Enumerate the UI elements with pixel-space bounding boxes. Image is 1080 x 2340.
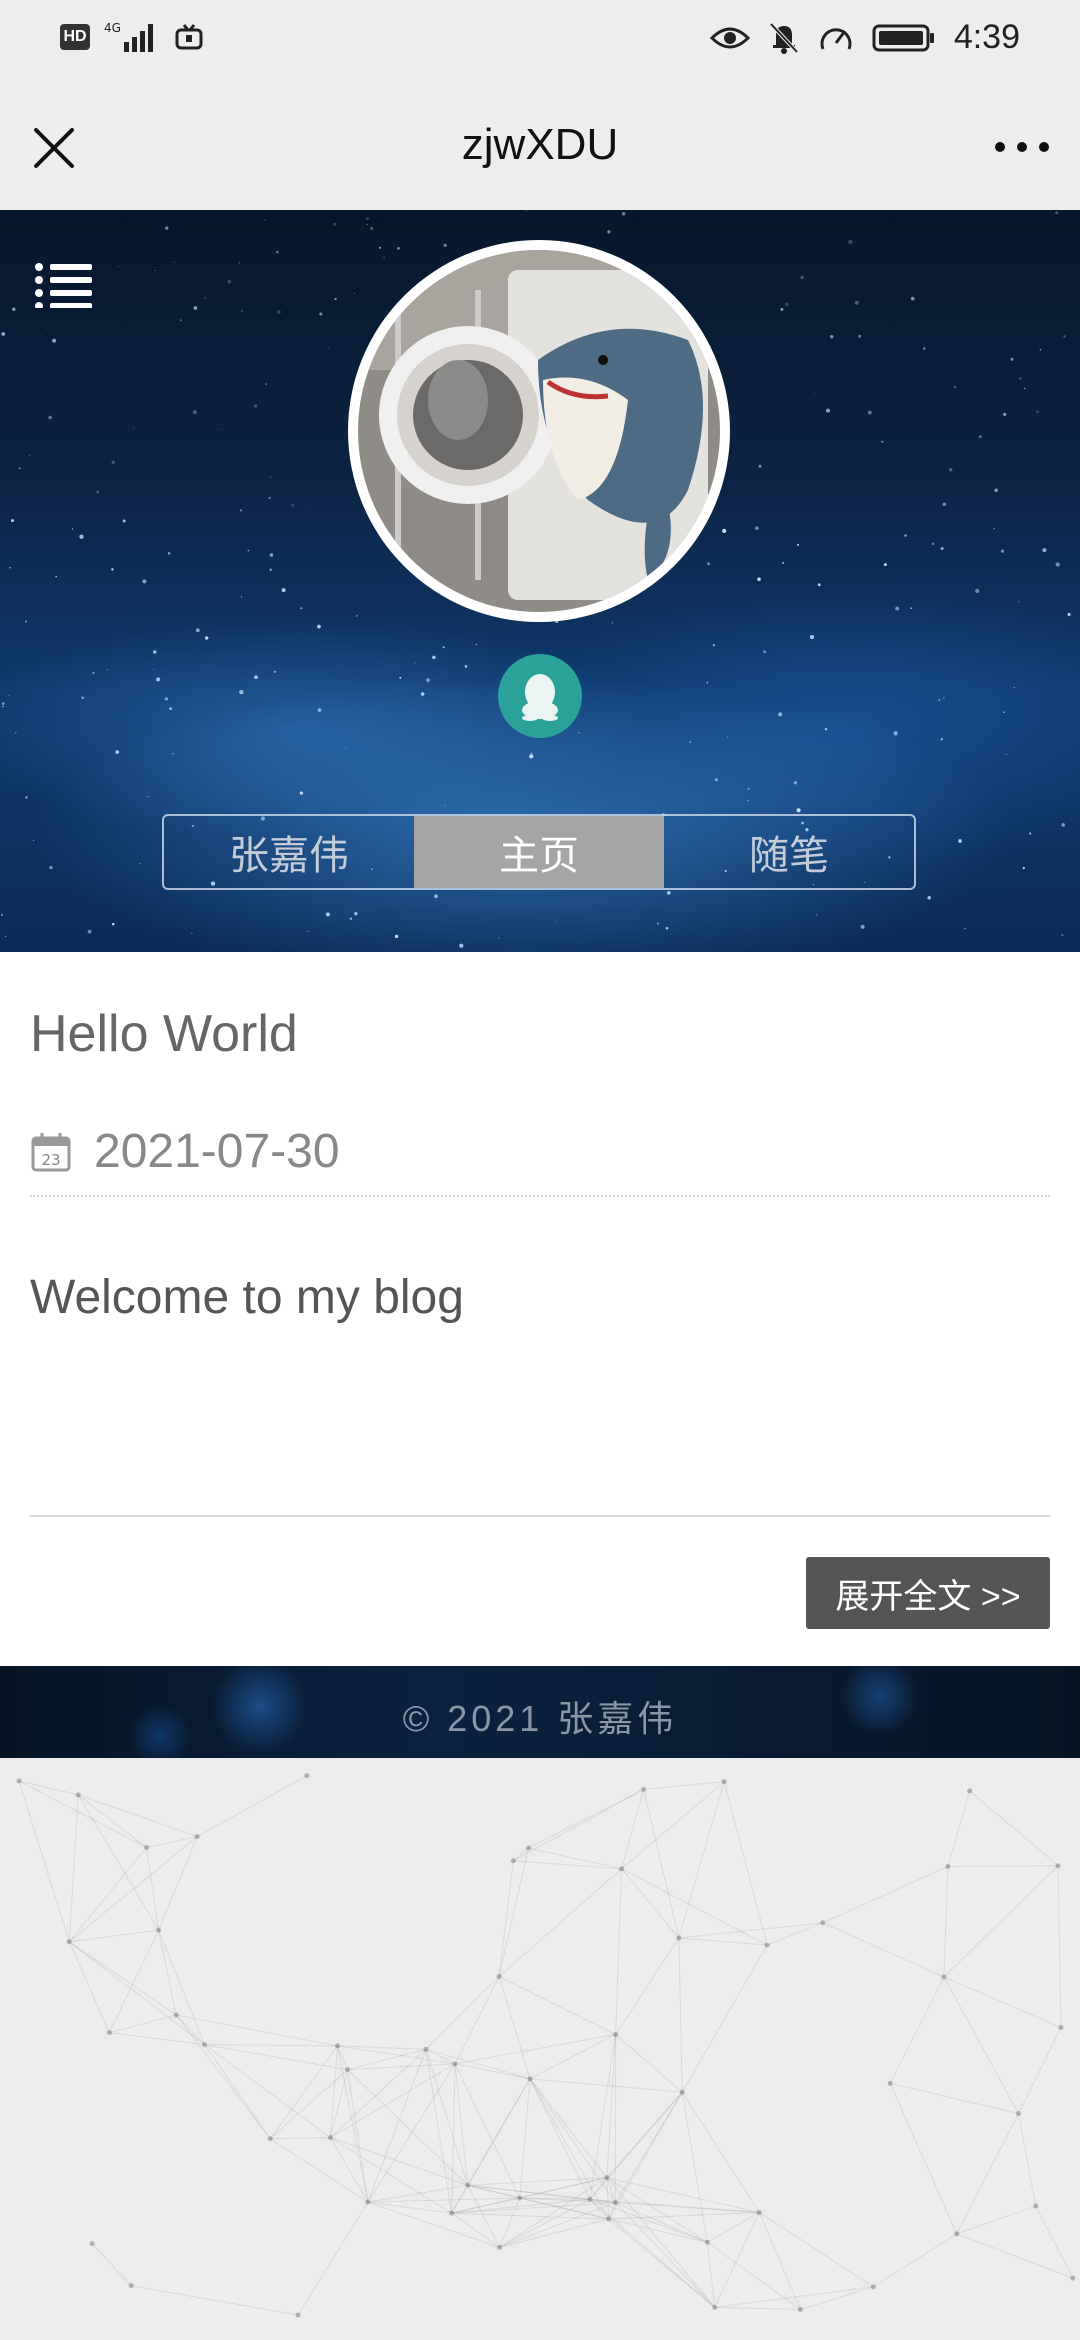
more-icon[interactable] bbox=[992, 134, 1052, 160]
divider-dotted bbox=[30, 1195, 1050, 1197]
network-background bbox=[16, 1773, 1076, 2318]
tab-essays[interactable]: 随笔 bbox=[664, 816, 914, 888]
avatar[interactable] bbox=[348, 240, 730, 622]
post-title[interactable]: Hello World bbox=[30, 1004, 298, 1064]
hd-icon: HD bbox=[60, 24, 90, 50]
tab-name[interactable]: 张嘉伟 bbox=[164, 816, 414, 888]
clock: 4:39 bbox=[953, 18, 1020, 56]
status-left: HD 4G bbox=[60, 20, 204, 54]
list-menu-icon[interactable] bbox=[34, 262, 94, 308]
read-more-button[interactable]: 展开全文 >> bbox=[806, 1557, 1050, 1629]
avatar-image bbox=[358, 250, 720, 612]
footer: © 2021 张嘉伟 bbox=[0, 1666, 1080, 1758]
page-title: zjwXDU bbox=[461, 120, 619, 169]
profile-tabs: 张嘉伟 主页 随笔 bbox=[162, 814, 916, 890]
calendar-icon: 23 bbox=[31, 1132, 71, 1171]
post-meta: 23 2021-07-30 bbox=[30, 1124, 340, 1179]
post-card: Hello World 23 2021-07-30 Welcome to my … bbox=[0, 952, 1080, 1666]
status-bar: HD 4G 4:39 bbox=[0, 0, 1080, 84]
post-excerpt: Welcome to my blog bbox=[30, 1271, 464, 1324]
nav-bar: zjwXDU bbox=[0, 84, 1080, 211]
mute-bell-icon bbox=[769, 22, 799, 54]
speed-icon bbox=[820, 27, 852, 50]
tv-icon bbox=[175, 24, 203, 50]
eye-icon bbox=[709, 27, 750, 48]
hero-banner: 张嘉伟 主页 随笔 bbox=[0, 210, 1080, 952]
signal-icon: 4G bbox=[104, 21, 153, 52]
copyright-text: © 2021 张嘉伟 bbox=[402, 1698, 678, 1739]
svg-text:23: 23 bbox=[41, 1151, 60, 1169]
tab-home[interactable]: 主页 bbox=[414, 816, 664, 888]
divider bbox=[30, 1515, 1050, 1517]
svg-text:4G: 4G bbox=[104, 21, 121, 35]
battery-icon bbox=[872, 24, 934, 51]
post-date: 2021-07-30 bbox=[94, 1125, 340, 1178]
qq-icon[interactable] bbox=[498, 654, 582, 738]
status-right: 4:39 bbox=[709, 18, 1020, 57]
